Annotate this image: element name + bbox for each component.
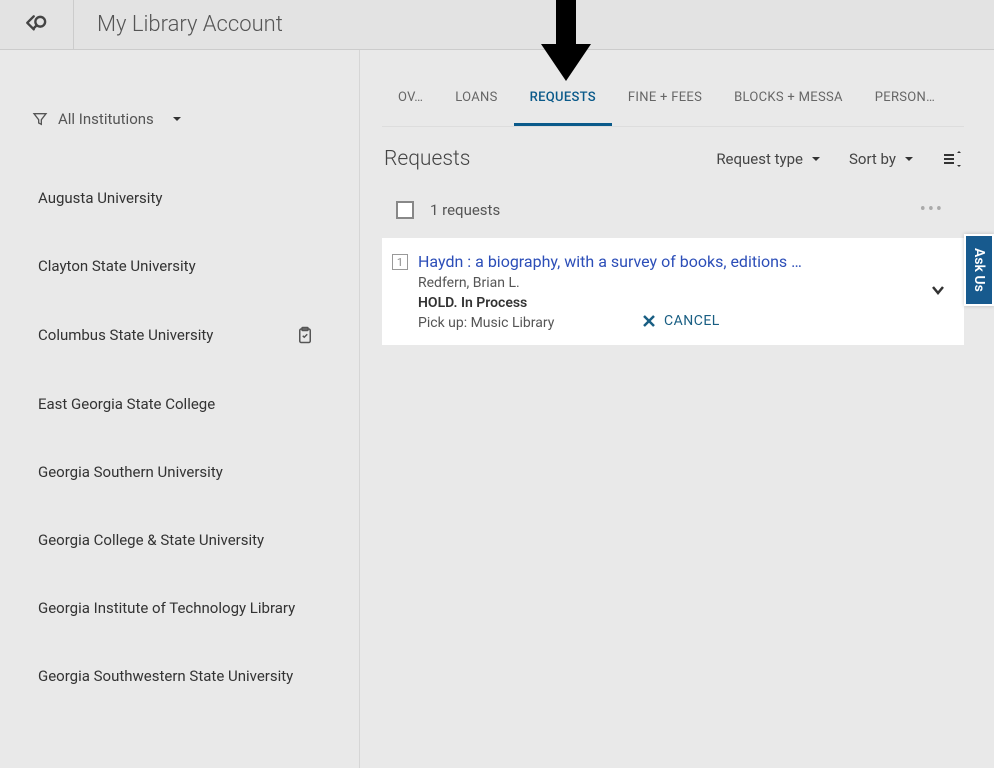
sidebar-item-label: Georgia Institute of Technology Library (38, 599, 295, 617)
request-author: Redfern, Brian L. (418, 275, 946, 291)
more-options-button[interactable]: ••• (920, 199, 944, 220)
request-type-label: Request type (716, 150, 803, 168)
request-title-link[interactable]: Haydn : a biography, with a survey of bo… (418, 252, 946, 271)
sidebar-item-label: Augusta University (38, 189, 162, 207)
sidebar-item-georgia-college[interactable]: Georgia College & State University (28, 506, 359, 574)
sidebar-item-label: Clayton State University (38, 257, 196, 275)
request-status: HOLD. In Process (418, 295, 946, 311)
expand-card-button[interactable] (930, 282, 946, 302)
request-count: 1 requests (430, 201, 500, 219)
tab-fines[interactable]: FINE + FEES (612, 72, 718, 126)
ask-us-button[interactable]: Ask Us (964, 234, 994, 306)
select-all-checkbox[interactable] (396, 201, 414, 219)
sidebar-item-label: Columbus State University (38, 326, 213, 344)
sidebar-item-georgia-southern[interactable]: Georgia Southern University (28, 438, 359, 506)
request-type-dropdown[interactable]: Request type (716, 150, 821, 168)
card-index: 1 (392, 254, 408, 270)
sort-direction-button[interactable] (942, 150, 962, 168)
filter-icon (32, 111, 48, 127)
clipboard-check-icon (296, 325, 314, 345)
cancel-label: CANCEL (664, 313, 720, 329)
chevron-down-icon (930, 282, 946, 298)
close-icon (642, 314, 656, 328)
chevron-down-icon (172, 114, 182, 124)
tab-blocks[interactable]: BLOCKS + MESSA (718, 72, 859, 126)
sidebar-item-east-georgia[interactable]: East Georgia State College (28, 370, 359, 438)
tab-loans[interactable]: LOANS (439, 72, 513, 126)
institution-filter[interactable]: All Institutions (28, 110, 359, 128)
tabs: OV… LOANS REQUESTS FINE + FEES BLOCKS + … (382, 72, 964, 127)
tab-overview[interactable]: OV… (382, 72, 439, 126)
cancel-request-button[interactable]: CANCEL (642, 313, 720, 329)
chevron-down-icon (904, 154, 914, 164)
sidebar: All Institutions Augusta University Clay… (0, 50, 360, 768)
institution-list: Augusta University Clayton State Univers… (28, 164, 359, 710)
back-search-button[interactable] (0, 0, 74, 50)
sidebar-item-label: Georgia Southwestern State University (38, 667, 293, 685)
sidebar-item-clayton[interactable]: Clayton State University (28, 232, 359, 300)
main-content: OV… LOANS REQUESTS FINE + FEES BLOCKS + … (360, 50, 994, 768)
sidebar-item-augusta[interactable]: Augusta University (28, 164, 359, 232)
sidebar-item-label: East Georgia State College (38, 395, 215, 413)
sidebar-item-label: Georgia College & State University (38, 531, 264, 549)
section-title: Requests (384, 147, 470, 171)
sort-by-dropdown[interactable]: Sort by (849, 150, 914, 168)
sidebar-item-georgia-southwestern[interactable]: Georgia Southwestern State University (28, 642, 359, 710)
sidebar-item-columbus[interactable]: Columbus State University (28, 300, 359, 370)
tab-requests[interactable]: REQUESTS (514, 72, 612, 126)
chevron-down-icon (811, 154, 821, 164)
tab-personal[interactable]: PERSON… (859, 72, 951, 126)
request-card: 1 Haydn : a biography, with a survey of … (382, 238, 964, 345)
sidebar-item-label: Georgia Southern University (38, 463, 223, 481)
sort-by-label: Sort by (849, 150, 896, 168)
sidebar-item-georgia-tech[interactable]: Georgia Institute of Technology Library (28, 574, 359, 642)
page-title: My Library Account (74, 12, 283, 37)
filter-label: All Institutions (58, 110, 154, 128)
